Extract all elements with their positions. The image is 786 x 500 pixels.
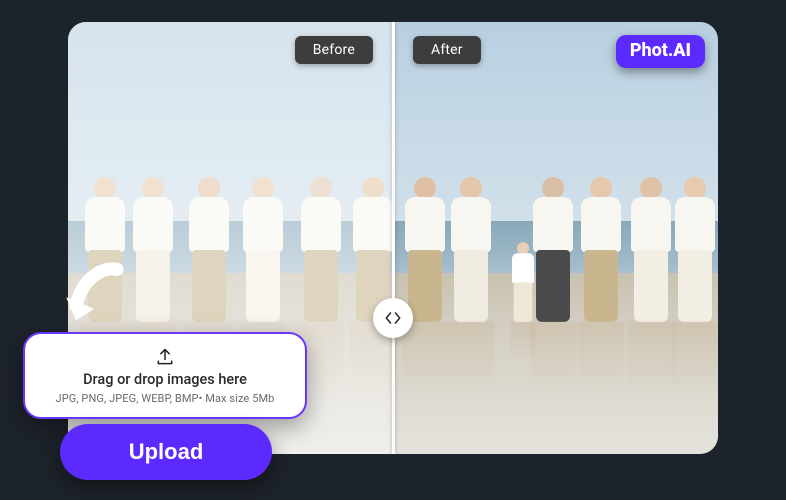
brand-badge: Phot.AI xyxy=(616,35,705,68)
upload-icon xyxy=(155,347,175,367)
after-label: After xyxy=(413,36,481,64)
comparison-divider[interactable] xyxy=(392,22,395,454)
upload-button[interactable]: Upload xyxy=(60,424,272,480)
brand-part1: Phot xyxy=(630,40,668,61)
before-label: Before xyxy=(295,36,373,64)
dropzone-sub-text: JPG, PNG, JPEG, WEBP, BMP• Max size 5Mb xyxy=(39,392,291,405)
upload-dropzone[interactable]: Drag or drop images here JPG, PNG, JPEG,… xyxy=(23,332,307,419)
drag-horizontal-icon xyxy=(383,308,403,328)
comparison-slider-handle[interactable] xyxy=(373,298,413,338)
dropzone-main-text: Drag or drop images here xyxy=(39,371,291,388)
brand-part2: AI xyxy=(673,40,691,61)
